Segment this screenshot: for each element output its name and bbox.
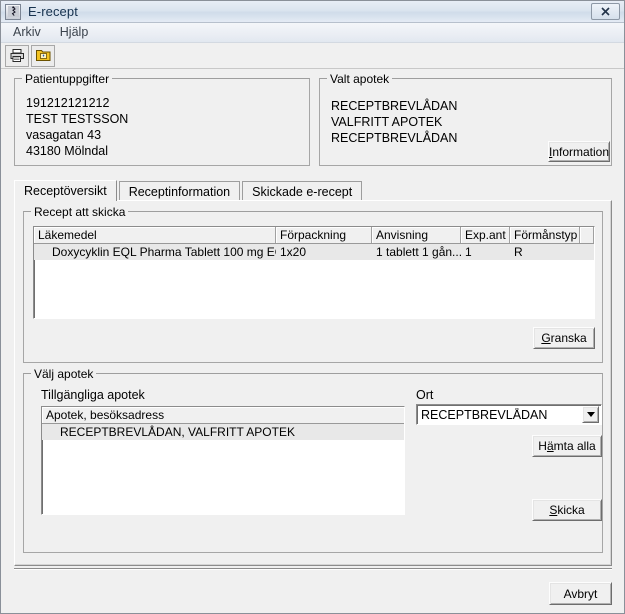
open-folder-icon [35,48,52,63]
tab-receptoversikt[interactable]: Receptöversikt [14,180,117,201]
column-header-apotek-besoksadress[interactable]: Apotek, besöksadress [42,407,404,423]
avbryt-button[interactable]: Avbryt [549,582,612,605]
menu-item-arkiv[interactable]: Arkiv [9,24,50,41]
open-folder-button[interactable] [31,44,55,67]
chevron-down-icon[interactable] [582,406,599,423]
available-pharmacies-list[interactable]: Apotek, besöksadress RECEPTBREVLÅDAN, VA… [41,406,405,515]
menu-bar: Arkiv Hjälp [1,23,624,43]
choose-pharmacy-group: Välj apotek Tillgängliga apotek Apotek, … [23,367,603,553]
cell-forpackning: 1x20 [280,245,307,259]
tab-receptoversikt-label: Receptöversikt [24,184,107,198]
ort-label: Ort [416,388,434,402]
pharmacy-name: RECEPTBREVLÅDAN, VALFRITT APOTEK [60,425,295,439]
cell-lakemedel: Doxycyklin EQL Pharma Tablett 100 mg EQL… [52,245,276,259]
patient-group-legend: Patientuppgifter [22,72,113,86]
selected-pharmacy-legend: Valt apotek [327,72,393,86]
tab-receptinformation[interactable]: Receptinformation [118,181,241,201]
selected-pharmacy-line-3: RECEPTBREVLÅDAN [331,131,458,145]
granska-accel: G [541,331,551,345]
toolbar [1,43,624,69]
granska-button[interactable]: Granska [533,327,595,349]
cell-formanstyp: R [514,245,523,259]
title-bar: E-recept [1,1,624,23]
column-header-anvisning[interactable]: Anvisning [372,227,461,243]
cell-anvisning: 1 tablett 1 gån... [376,245,461,259]
column-header-formanstyp[interactable]: Förmånstyp [510,227,580,243]
hamta-alla-button[interactable]: Hämta alla [532,435,602,457]
app-icon [5,3,21,20]
prescriptions-group: Recept att skicka Läkemedel Förpackning … [23,205,603,363]
list-item[interactable]: RECEPTBREVLÅDAN, VALFRITT APOTEK [42,424,404,440]
ort-value: RECEPTBREVLÅDAN [421,407,548,422]
granska-label: ranska [550,331,587,345]
print-button[interactable] [5,44,29,67]
selected-pharmacy-group: Valt apotek RECEPTBREVLÅDAN VALFRITT APO… [319,72,612,166]
skicka-button[interactable]: Skicka [532,499,602,521]
tab-strip: Receptöversikt Receptinformation Skickad… [14,180,612,201]
patient-city: 43180 Mölndal [26,144,109,158]
table-row[interactable]: Doxycyklin EQL Pharma Tablett 100 mg EQL… [34,244,594,260]
available-pharmacies-header: Apotek, besöksadress [42,407,404,424]
information-label: nformation [552,144,610,159]
hamta-alla-pre: H [538,439,547,453]
column-header-forpackning[interactable]: Förpackning [276,227,372,243]
avbryt-label: Avbryt [563,586,598,601]
tab-receptinformation-label: Receptinformation [128,184,231,199]
information-button[interactable]: Information [548,141,610,162]
selected-pharmacy-line-2: VALFRITT APOTEK [331,115,443,129]
hamta-alla-accel: ä [546,439,554,453]
close-icon[interactable] [591,3,620,20]
ort-combobox[interactable]: RECEPTBREVLÅDAN [416,404,602,425]
menu-item-hjalp[interactable]: Hjälp [56,24,98,41]
patient-street: vasagatan 43 [26,128,102,142]
patient-name: TEST TESTSSON [26,112,129,126]
selected-pharmacy-line-1: RECEPTBREVLÅDAN [331,99,458,113]
prescriptions-grid[interactable]: Läkemedel Förpackning Anvisning Exp.ant … [33,226,595,319]
patient-group: Patientuppgifter 191212121212 TEST TESTS… [14,72,310,166]
footer-divider [14,568,612,570]
prescriptions-group-legend: Recept att skicka [31,205,129,219]
choose-pharmacy-legend: Välj apotek [31,367,97,381]
column-header-spacer[interactable] [580,227,594,243]
column-header-lakemedel[interactable]: Läkemedel [34,227,276,243]
tab-skickade-e-recept[interactable]: Skickade e-recept [242,181,363,201]
client-area: Patientuppgifter 191212121212 TEST TESTS… [1,70,624,613]
tab-panel-receptoversikt: Recept att skicka Läkemedel Förpackning … [14,200,612,566]
print-icon [9,48,26,63]
prescriptions-grid-header: Läkemedel Förpackning Anvisning Exp.ant … [34,227,594,244]
column-header-exp-ant[interactable]: Exp.ant [461,227,510,243]
tab-skickade-e-recept-label: Skickade e-recept [252,184,353,199]
e-recept-window: E-recept Arkiv Hjälp Patientuppgifter 19… [0,0,625,614]
cell-exp-ant: 1 [465,245,472,259]
patient-personal-number: 191212121212 [26,96,110,110]
window-title: E-recept [28,4,78,19]
available-pharmacies-label: Tillgängliga apotek [41,388,145,402]
hamta-alla-label: mta alla [553,439,596,453]
skicka-label: kicka [557,503,585,517]
